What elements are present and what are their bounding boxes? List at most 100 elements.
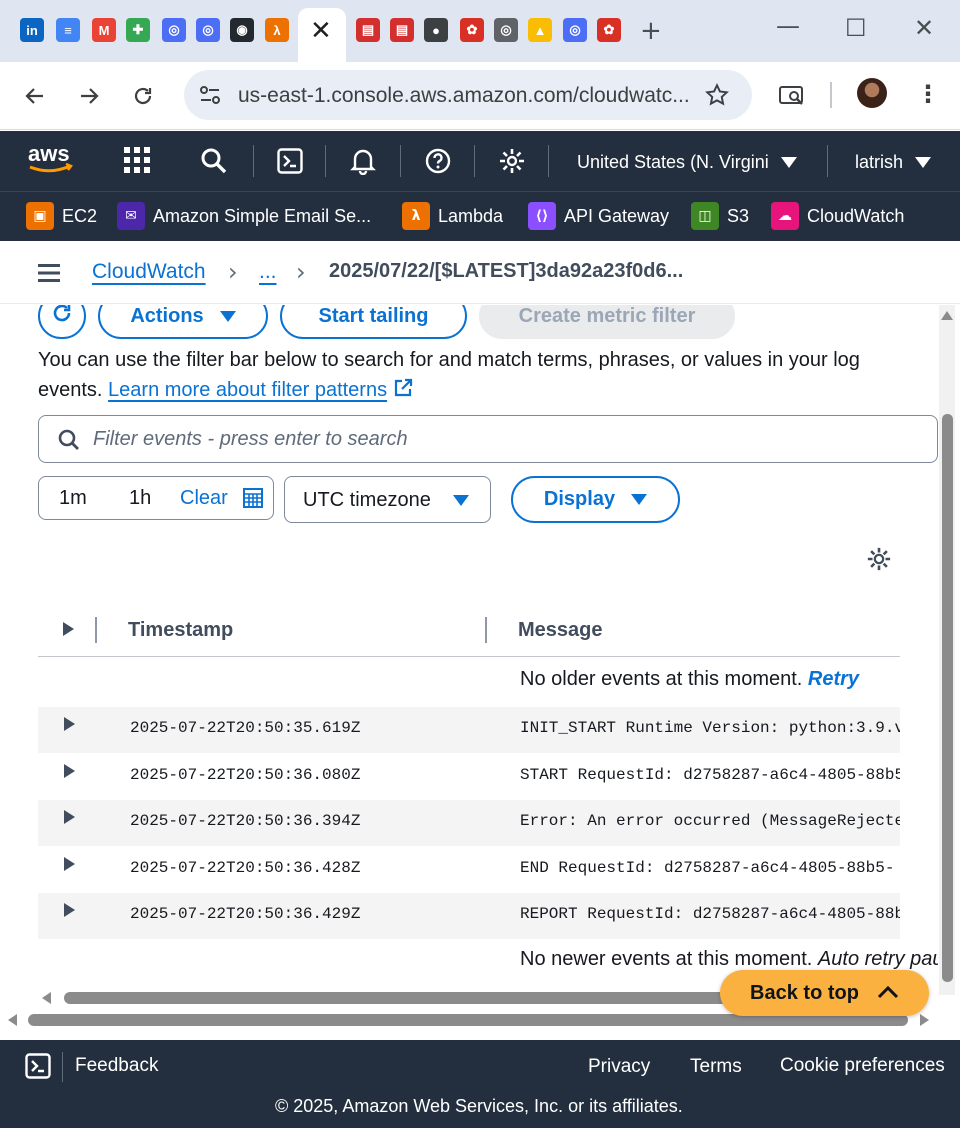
favorite-label: Amazon Simple Email Se... [153,205,372,226]
cookie-preferences-link[interactable]: Cookie preferences [780,1055,945,1077]
expand-row-caret-icon[interactable] [64,717,75,731]
maximize-icon[interactable]: ☐ [845,14,867,42]
actions-dropdown[interactable]: Actions [98,305,268,339]
nav-divider [827,145,828,177]
inner-horizontal-scroll-thumb[interactable] [64,992,744,1004]
favorite-s3[interactable]: ◫ S3 [691,201,749,231]
cloudshell-icon[interactable] [277,148,303,179]
privacy-link[interactable]: Privacy [588,1056,650,1078]
new-tab-icon[interactable]: + [640,16,662,46]
cloudshell-icon[interactable] [25,1053,51,1084]
refresh-button[interactable] [38,305,86,339]
display-dropdown[interactable]: Display [511,476,680,523]
column-message[interactable]: Message [518,619,603,642]
scroll-up-arrow-icon[interactable] [941,311,953,320]
bookmark-star-icon[interactable] [704,82,730,113]
google-docs-icon[interactable]: ≡ [56,18,80,42]
globe-icon[interactable]: ● [424,18,448,42]
chevron-up-icon [877,982,899,1005]
filter-placeholder: Filter events - press enter to search [93,428,408,450]
back-to-top-button[interactable]: Back to top [720,970,929,1016]
region-selector[interactable]: United States (N. Virgini [577,150,797,174]
table-preferences-gear-icon[interactable] [866,546,892,577]
favorite-lambda[interactable]: λ Lambda [402,201,503,231]
cast-search-icon[interactable] [778,82,806,115]
breadcrumb-ellipsis[interactable]: ... [259,260,277,284]
filter-help-text: You can use the filter bar below to sear… [38,345,908,405]
expand-row-caret-icon[interactable] [64,856,75,871]
log-row[interactable]: 2025-07-22T20:50:36.394Z Error: An error … [38,800,900,846]
site-icon[interactable]: ◎ [494,18,518,42]
breadcrumb-cloudwatch[interactable]: CloudWatch [92,260,206,284]
vertical-scroll-thumb[interactable] [942,414,953,982]
expand-all-caret-icon[interactable] [63,622,74,636]
settings-site-icon[interactable]: ✿ [460,18,484,42]
log-table-header: Timestamp Message [38,605,900,657]
minimize-icon[interactable]: — [776,12,800,40]
notifications-bell-icon[interactable] [350,147,376,180]
favorite-ec2[interactable]: ▣ EC2 [26,201,97,231]
forward-icon[interactable] [69,76,109,116]
log-row[interactable]: 2025-07-22T20:50:36.080Z START RequestId:… [38,754,900,800]
linkedin-icon[interactable]: in [20,18,44,42]
log-row[interactable]: 2025-07-22T20:50:35.619Z INIT_START Runti… [38,707,900,753]
reload-icon[interactable] [123,76,163,116]
favorite-ses[interactable]: ✉ Amazon Simple Email Se... [117,201,371,231]
github-icon[interactable]: ◉ [230,18,254,42]
column-timestamp[interactable]: Timestamp [128,619,233,642]
search-icon[interactable] [200,147,228,180]
aws-logo[interactable]: aws [26,141,76,182]
favorite-cloudwatch[interactable]: ☁ CloudWatch [771,201,904,231]
expand-row-caret-icon[interactable] [64,903,75,917]
help-icon[interactable] [425,148,451,179]
filter-events-input[interactable]: Filter events - press enter to search [38,415,938,463]
google-drive-icon[interactable]: ▲ [528,18,552,42]
browser-menu-icon[interactable]: ⋮ [916,80,940,108]
lambda-icon[interactable]: λ [265,18,289,42]
back-to-top-label: Back to top [750,981,859,1004]
settings-gear-icon[interactable] [498,147,526,180]
side-nav-menu-icon[interactable] [38,264,60,287]
timezone-select[interactable]: UTC timezone [284,476,491,523]
services-grid-icon[interactable] [124,147,150,178]
inner-scroll-left-arrow-icon[interactable] [42,992,51,1004]
range-1h[interactable]: 1h [129,487,151,510]
clear-range-button[interactable]: Clear [180,487,228,510]
older-events-text: No older events at this moment. [520,668,803,690]
scroll-left-arrow-icon[interactable] [8,1014,17,1026]
google-chat-icon[interactable]: ✚ [126,18,150,42]
form-icon[interactable]: ▤ [390,18,414,42]
site-icon[interactable]: ◎ [162,18,186,42]
feedback-link[interactable]: Feedback [75,1055,158,1077]
profile-avatar[interactable] [857,78,887,108]
log-row[interactable]: 2025-07-22T20:50:36.429Z REPORT RequestId… [38,893,900,939]
retry-link[interactable]: Retry [808,668,859,690]
chevron-down-icon [453,495,469,506]
start-tailing-button[interactable]: Start tailing [280,305,467,339]
terms-link[interactable]: Terms [690,1056,742,1078]
scroll-right-arrow-icon[interactable] [920,1014,929,1026]
settings-site-icon[interactable]: ✿ [597,18,621,42]
favorite-api-gateway[interactable]: ⟨⟩ API Gateway [528,201,669,231]
newer-events-text: No newer events at this moment. [520,948,813,970]
site-info-icon[interactable] [198,83,222,112]
close-tab-icon[interactable]: ✕ [310,18,332,44]
site-icon[interactable]: ◎ [196,18,220,42]
form-icon[interactable]: ▤ [356,18,380,42]
create-metric-filter-button: Create metric filter [479,305,735,339]
site-icon[interactable]: ◎ [563,18,587,42]
chevron-down-icon [915,156,932,168]
close-window-icon[interactable]: ✕ [914,14,934,42]
log-row[interactable]: 2025-07-22T20:50:36.428Z END RequestId: d… [38,847,900,893]
address-bar[interactable]: us-east-1.console.aws.amazon.com/cloudwa… [184,70,752,120]
gmail-icon[interactable]: M [92,18,116,42]
expand-row-caret-icon[interactable] [64,810,75,824]
range-1m[interactable]: 1m [59,487,87,510]
account-menu[interactable]: latrish [855,150,932,174]
column-divider[interactable] [485,617,487,643]
filter-patterns-link[interactable]: Learn more about filter patterns [108,379,387,401]
expand-row-caret-icon[interactable] [64,763,75,778]
back-icon[interactable] [15,76,55,116]
active-tab[interactable]: ✕ [298,8,346,62]
calendar-icon[interactable] [243,488,263,514]
